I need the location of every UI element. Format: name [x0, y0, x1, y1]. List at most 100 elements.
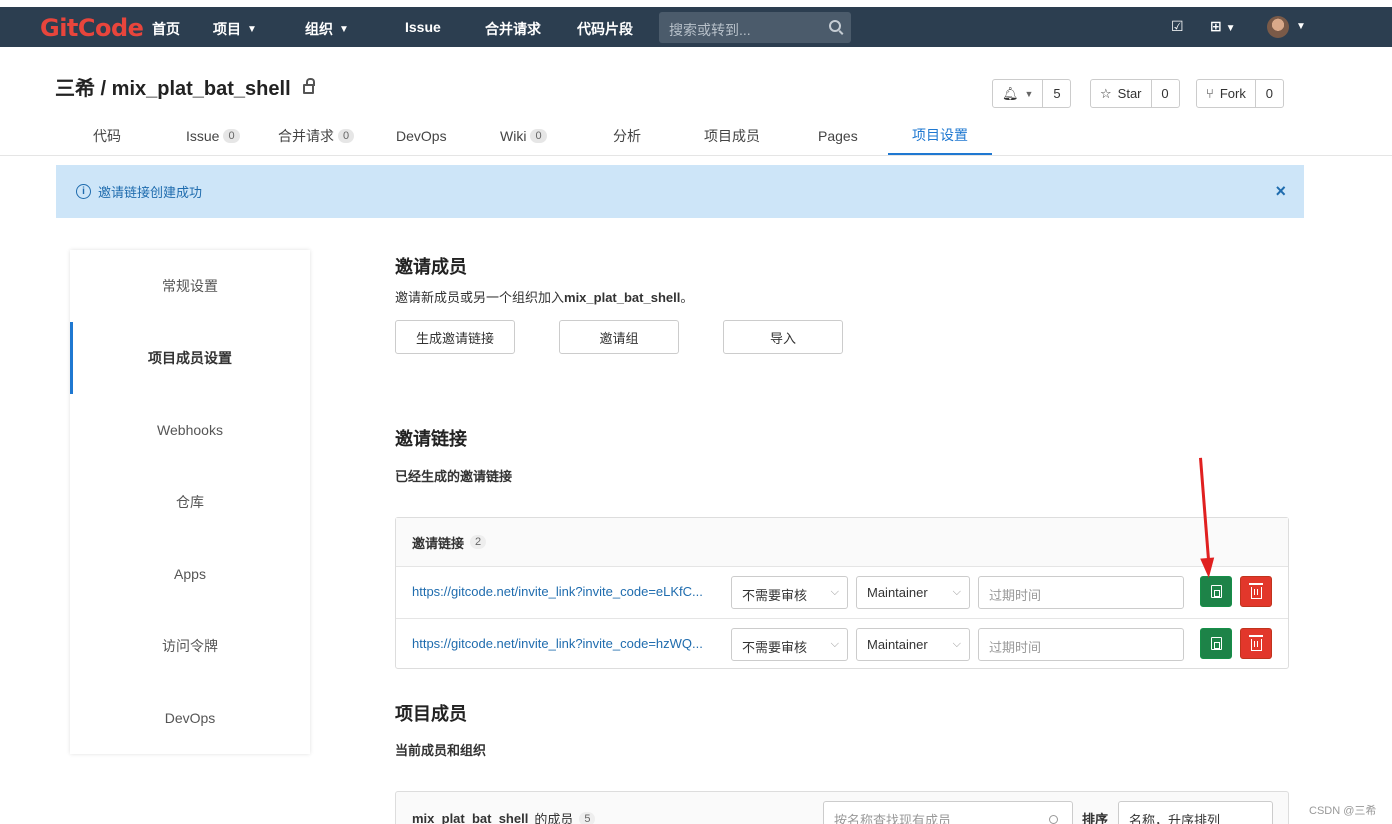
import-button[interactable]: 导入 [723, 320, 843, 354]
tab-badge: 0 [338, 128, 355, 143]
tab-issue[interactable]: Issue 0 [186, 116, 240, 155]
invite-link-row: https://gitcode.net/invite_link?invite_c… [396, 567, 1288, 618]
watermark: CSDN @三希 [1309, 805, 1377, 817]
sort-label: 排序 [1082, 812, 1109, 824]
approval-select[interactable]: 不需要审核 ⌵ [731, 628, 848, 661]
sidebar-item-apps[interactable]: Apps [70, 538, 310, 610]
trash-icon [1248, 635, 1263, 651]
sidebar-item-access-tokens[interactable]: 访问令牌 [70, 610, 310, 682]
fork-button[interactable]: ⑂ Fork 0 [1196, 79, 1284, 108]
delete-link-button[interactable] [1240, 628, 1272, 659]
members-project-name: mix_plat_bat_shell [412, 811, 529, 824]
invite-members-heading: 邀请成员 [395, 257, 467, 277]
close-icon[interactable]: × [1275, 181, 1286, 202]
bell-dropdown[interactable]: 🔔︎ ▼ [993, 80, 1042, 107]
tab-label: 项目成员 [704, 127, 760, 144]
tab-label: DevOps [396, 127, 447, 144]
success-alert: i 邀请链接创建成功 × [56, 165, 1304, 218]
tab-members[interactable]: 项目成员 [704, 116, 760, 155]
alert-text: 邀请链接创建成功 [98, 185, 203, 200]
fork-label: Fork [1219, 86, 1246, 101]
copy-link-button[interactable] [1200, 628, 1232, 659]
copy-link-button[interactable] [1200, 576, 1232, 607]
expiry-input[interactable]: 过期时间 [978, 576, 1184, 609]
project-title-text[interactable]: 三希 / mix_plat_bat_shell [55, 72, 291, 101]
role-value: Maintainer [867, 637, 928, 652]
tab-settings[interactable]: 项目设置 [888, 116, 992, 155]
approval-select[interactable]: 不需要审核 ⌵ [731, 576, 848, 609]
nav-merge-requests[interactable]: 合并请求 [485, 19, 541, 39]
expiry-input[interactable]: 过期时间 [978, 628, 1184, 661]
sidebar-item-label: 常规设置 [162, 278, 218, 294]
copy-icon [1210, 637, 1222, 650]
invite-links-heading: 邀请链接 [395, 429, 467, 449]
avatar[interactable] [1267, 16, 1289, 38]
settings-sidebar: 常规设置 项目成员设置 Webhooks 仓库 Apps 访问令牌 DevOps [70, 250, 310, 754]
info-icon: i [76, 184, 91, 199]
member-search-input[interactable]: 按名称查找现有成员 [823, 801, 1073, 824]
project-members-subtitle: 当前成员和组织 [395, 743, 487, 758]
edit-icon[interactable]: ☑ [1171, 18, 1184, 35]
chevron-down-icon[interactable]: ▼ [1296, 21, 1306, 32]
chevron-down-icon: ▼ [339, 23, 349, 35]
star-button[interactable]: ☆ Star 0 [1090, 79, 1180, 108]
nav-mr-label: 合并请求 [485, 21, 541, 37]
plus-icon[interactable]: ⊞ ▼ [1210, 18, 1236, 35]
gitcode-logo[interactable]: GitCode [40, 14, 144, 42]
lock-icon [302, 77, 315, 94]
sidebar-item-label: DevOps [164, 710, 216, 726]
sidebar-item-webhooks[interactable]: Webhooks [70, 394, 310, 466]
sidebar-item-label: Webhooks [157, 422, 223, 438]
star-label: Star [1117, 86, 1142, 101]
role-select[interactable]: Maintainer ⌵ [856, 576, 970, 609]
tab-label: 代码 [93, 127, 121, 144]
invite-group-button[interactable]: 邀请组 [559, 320, 679, 354]
tab-merge-requests[interactable]: 合并请求 0 [278, 116, 355, 155]
nav-home[interactable]: 首页 [152, 19, 180, 39]
tab-label: 合并请求 [278, 127, 334, 144]
nav-snippets[interactable]: 代码片段 [577, 19, 633, 39]
nav-groups[interactable]: 组织 ▼ [305, 19, 349, 39]
generate-invite-link-button[interactable]: 生成邀请链接 [395, 320, 515, 354]
fork-count: 0 [1254, 80, 1283, 107]
nav-projects[interactable]: 项目 ▼ [213, 19, 257, 39]
invite-members-description: 邀请新成员或另一个组织加入mix_plat_bat_shell。 [395, 287, 693, 306]
sort-select[interactable]: 名称，升序排列 [1118, 801, 1273, 824]
bell-icon: 🔔︎ [1002, 85, 1019, 101]
invite-link-url[interactable]: https://gitcode.net/invite_link?invite_c… [412, 636, 728, 651]
project-tabs: 代码 Issue 0 合并请求 0 DevOps Wiki 0 分析 项目成员 Pag… [0, 116, 1392, 156]
desc-project: mix_plat_bat_shell [564, 290, 681, 305]
nav-projects-label: 项目 [213, 21, 241, 37]
invite-link-row: https://gitcode.net/invite_link?invite_c… [396, 618, 1288, 669]
tab-analytics[interactable]: 分析 [613, 116, 641, 155]
delete-link-button[interactable] [1240, 576, 1272, 607]
members-panel-title: mix_plat_bat_shell 的成员 5 [412, 809, 596, 824]
chevron-down-icon: ▼ [247, 23, 257, 35]
notify-count: 5 [1042, 80, 1070, 107]
sidebar-item-devops[interactable]: DevOps [70, 682, 310, 754]
invite-link-url[interactable]: https://gitcode.net/invite_link?invite_c… [412, 584, 728, 599]
nav-issue[interactable]: Issue [405, 19, 441, 35]
tab-label: Issue [186, 127, 220, 144]
count-badge: 2 [470, 535, 487, 549]
desc-suffix: 。 [680, 290, 694, 305]
notification-button[interactable]: 🔔︎ ▼ 5 [992, 79, 1072, 108]
tab-code[interactable]: 代码 [93, 116, 121, 155]
sidebar-item-repository[interactable]: 仓库 [70, 466, 310, 538]
members-panel-header: mix_plat_bat_shell 的成员 5 按名称查找现有成员 排序 名称… [395, 791, 1289, 824]
tab-devops[interactable]: DevOps [396, 116, 447, 155]
tab-wiki[interactable]: Wiki 0 [500, 116, 547, 155]
tab-label: Pages [818, 127, 858, 144]
role-select[interactable]: Maintainer ⌵ [856, 628, 970, 661]
search-icon [1049, 815, 1058, 824]
sidebar-item-general[interactable]: 常规设置 [70, 250, 310, 322]
search-icon [829, 20, 841, 32]
chevron-down-icon: ⌵ [830, 638, 839, 650]
sidebar-item-label: 仓库 [176, 494, 204, 510]
search-input[interactable]: 搜索或转到... [659, 12, 851, 43]
chevron-down-icon: ⌵ [952, 638, 961, 650]
copy-icon [1210, 585, 1222, 598]
sidebar-item-members[interactable]: 项目成员设置 [70, 322, 310, 394]
search-placeholder: 搜索或转到... [669, 22, 751, 38]
tab-pages[interactable]: Pages [818, 116, 858, 155]
